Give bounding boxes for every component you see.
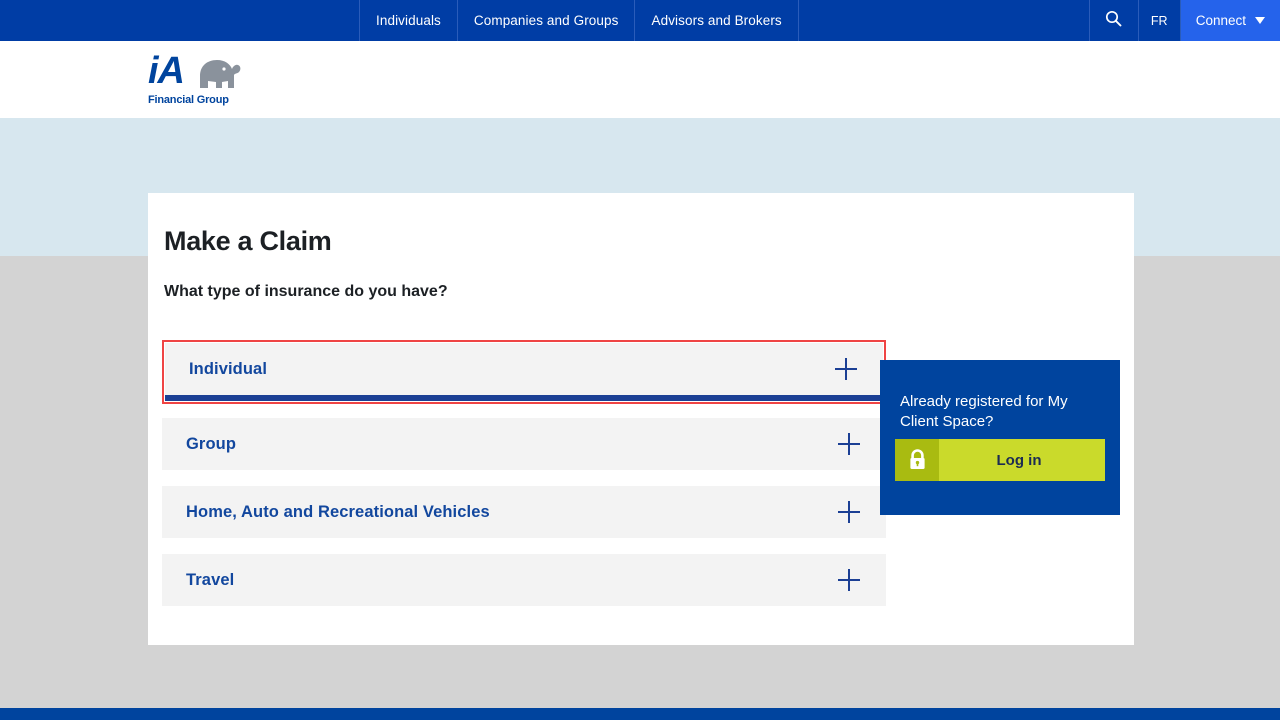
top-nav-item-companies-and-groups[interactable]: Companies and Groups xyxy=(456,0,635,41)
search-button[interactable] xyxy=(1088,0,1138,41)
language-label: FR xyxy=(1150,13,1168,28)
log-in-label: Log in xyxy=(996,451,1042,469)
top-nav-label: Individuals xyxy=(376,13,441,28)
plus-icon[interactable] xyxy=(838,501,860,523)
plus-icon[interactable] xyxy=(835,358,857,380)
accordion-header[interactable]: Travel xyxy=(162,554,886,606)
accordion-header[interactable]: Home, Auto and Recreational Vehicles xyxy=(162,486,886,538)
top-nav-item-advisors-and-brokers[interactable]: Advisors and Brokers xyxy=(634,0,797,41)
ia-financial-group-logo[interactable]: iA Financial Group xyxy=(148,50,248,110)
insurance-type-accordion: Individual Group Home, Auto and Recreati… xyxy=(162,340,886,622)
top-utility-bar: Individuals Companies and Groups Advisor… xyxy=(0,0,1280,41)
chevron-down-icon xyxy=(1255,17,1265,24)
logo-wordmark: iA xyxy=(148,50,185,92)
page-subtitle: What type of insurance do you have? xyxy=(164,283,448,300)
accordion-item-group[interactable]: Group xyxy=(162,418,886,470)
language-toggle-fr[interactable]: FR xyxy=(1137,0,1180,41)
elephant-icon xyxy=(192,54,244,97)
connect-label: Connect xyxy=(1195,13,1246,28)
accordion-header[interactable]: Group xyxy=(162,418,886,470)
accordion-active-underline xyxy=(165,395,883,401)
topbar-left-spacer xyxy=(0,0,359,41)
top-nav-item-individuals[interactable]: Individuals xyxy=(359,0,457,41)
topbar-filler xyxy=(797,0,1089,41)
accordion-label: Travel xyxy=(186,570,235,589)
accordion-label: Group xyxy=(186,434,236,453)
connect-menu-button[interactable]: Connect xyxy=(1179,0,1280,41)
accordion-label: Home, Auto and Recreational Vehicles xyxy=(186,502,490,521)
plus-icon[interactable] xyxy=(838,433,860,455)
promo-text: Already registered for My Client Space? xyxy=(900,393,1068,431)
accordion-header[interactable]: Individual xyxy=(165,343,883,395)
top-nav-label: Advisors and Brokers xyxy=(651,13,782,28)
lock-icon xyxy=(895,439,939,481)
logo-tagline: Financial Group xyxy=(148,94,229,106)
site-header: iA Financial Group xyxy=(0,41,1280,118)
accordion-item-individual[interactable]: Individual xyxy=(162,340,886,404)
log-in-button[interactable]: Log in xyxy=(895,439,1105,481)
plus-icon[interactable] xyxy=(838,569,860,591)
my-client-space-promo: Already registered for My Client Space? … xyxy=(880,360,1120,515)
accordion-item-home-auto-recreational-vehicles[interactable]: Home, Auto and Recreational Vehicles xyxy=(162,486,886,538)
accordion-item-travel[interactable]: Travel xyxy=(162,554,886,606)
accordion-label: Individual xyxy=(189,359,268,378)
page-title: Make a Claim xyxy=(164,226,332,256)
top-nav-label: Companies and Groups xyxy=(473,13,619,28)
search-icon xyxy=(1105,10,1122,32)
footer-bar xyxy=(0,708,1280,720)
